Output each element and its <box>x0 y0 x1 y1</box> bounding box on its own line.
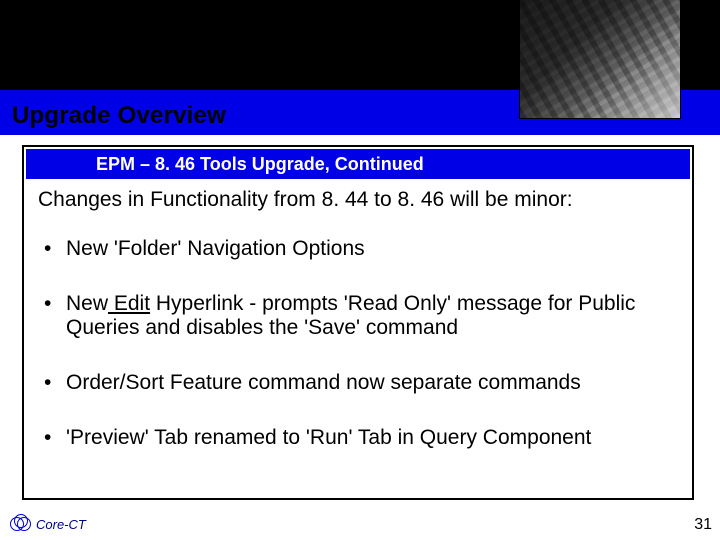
bullet-item: New Edit Hyperlink - prompts 'Read Only'… <box>38 292 686 342</box>
logo-rings-icon <box>10 514 34 534</box>
core-ct-logo: Core-CT <box>10 514 86 534</box>
page-number: 31 <box>694 516 712 534</box>
bullet-pre: New <box>66 292 108 315</box>
logo-text: Core-CT <box>36 517 86 532</box>
slide-title: Upgrade Overview <box>12 102 226 130</box>
bullet-item: 'Preview' Tab renamed to 'Run' Tab in Qu… <box>38 426 686 451</box>
keyboard-photo <box>520 0 680 118</box>
subtitle-bar: EPM – 8. 46 Tools Upgrade, Continued <box>26 149 690 179</box>
slide: Upgrade Overview EPM – 8. 46 Tools Upgra… <box>0 0 720 540</box>
bullet-item: New 'Folder' Navigation Options <box>38 237 686 262</box>
bullet-item: Order/Sort Feature command now separate … <box>38 371 686 396</box>
bullet-list: New 'Folder' Navigation Options New Edit… <box>38 237 686 451</box>
bullet-post: Hyperlink - prompts 'Read Only' message … <box>66 292 635 340</box>
subtitle-text: EPM – 8. 46 Tools Upgrade, Continued <box>96 154 424 175</box>
intro-line: Changes in Functionality from 8. 44 to 8… <box>38 188 686 213</box>
body-text: Changes in Functionality from 8. 44 to 8… <box>38 188 686 481</box>
edit-hyperlink[interactable]: Edit <box>108 292 150 315</box>
logo-text-core: Core- <box>36 517 69 532</box>
logo-text-ct: CT <box>69 517 86 532</box>
